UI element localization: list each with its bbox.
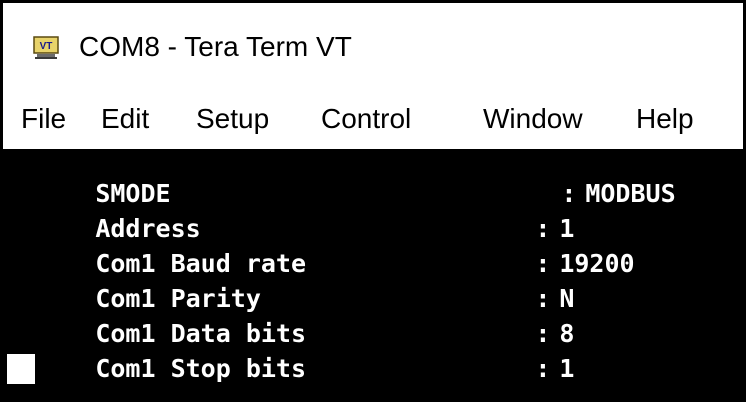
terminal-line-data-bits: Com1 Data bits:8 [5, 289, 574, 348]
menu-bar: File Edit Setup Control Window Help [3, 87, 743, 149]
terminal-line-stop-bits: Com1 Stop bits:1 [5, 324, 574, 383]
terminal-line-baud-rate: Com1 Baud rate:19200 [5, 219, 634, 278]
title-bar[interactable]: VT COM8 - Tera Term VT [3, 3, 743, 87]
tera-term-vt-icon[interactable]: VT [33, 36, 59, 60]
menu-help[interactable]: Help [636, 99, 694, 139]
terminal-cursor [7, 354, 35, 384]
menu-file[interactable]: File [21, 99, 66, 139]
tera-term-window: VT COM8 - Tera Term VT File Edit Setup C… [0, 0, 746, 402]
terminal-value: 1 [559, 354, 575, 383]
icon-text: VT [40, 41, 53, 52]
menu-control[interactable]: Control [321, 99, 411, 139]
terminal-line-parity: Com1 Parity: N [5, 254, 574, 313]
terminal-line-smode: SMODE: MODBUS [5, 149, 675, 208]
menu-edit[interactable]: Edit [101, 99, 149, 139]
terminal-separator: : [535, 354, 551, 383]
menu-setup[interactable]: Setup [196, 99, 269, 139]
terminal-line-address: Address:1 [5, 184, 574, 243]
window-title: COM8 - Tera Term VT [79, 31, 352, 62]
menu-window[interactable]: Window [483, 99, 583, 139]
terminal-label: Com1 Stop bits [95, 354, 307, 383]
terminal-value: MODBUS [585, 179, 676, 208]
terminal-screen[interactable]: SMODE: MODBUS Address:1 Com1 Baud rate:19… [3, 149, 743, 399]
